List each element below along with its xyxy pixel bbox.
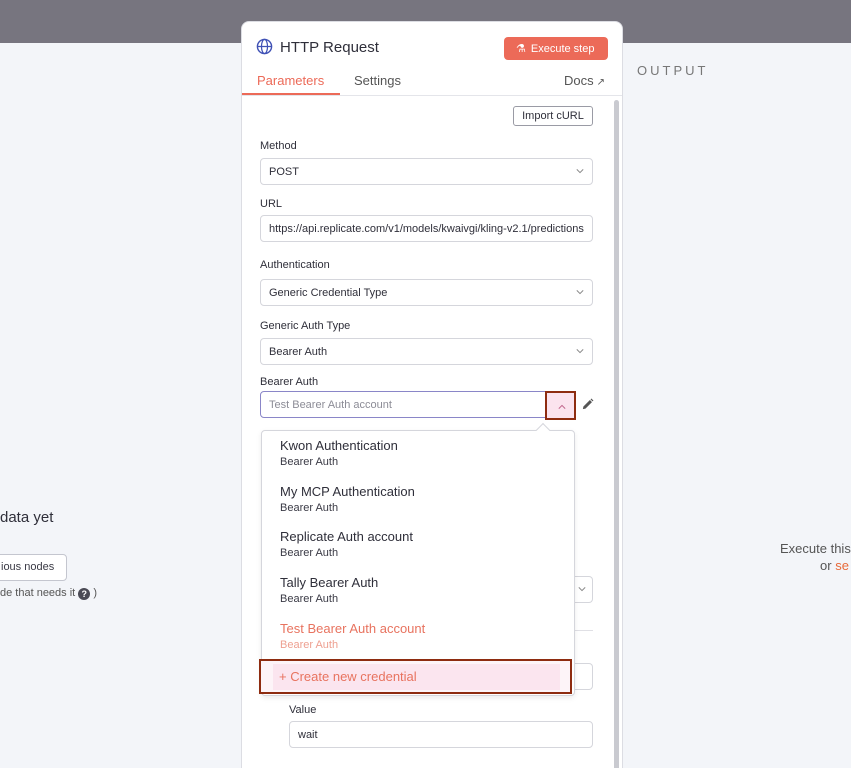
value-input[interactable]: wait: [289, 721, 593, 748]
credential-option[interactable]: Replicate Auth account Bearer Auth: [280, 529, 560, 559]
tab-parameters[interactable]: Parameters: [257, 73, 324, 88]
credential-name: Test Bearer Auth account: [280, 621, 426, 636]
credential-option[interactable]: My MCP Authentication Bearer Auth: [280, 484, 560, 514]
generic-auth-type-label: Generic Auth Type: [260, 320, 351, 332]
bearer-auth-select[interactable]: Test Bearer Auth account: [260, 391, 576, 418]
input-hint-close: ): [93, 587, 98, 599]
output-hint-line2: or se: [820, 558, 849, 573]
dropdown-arrow: [535, 422, 551, 438]
credential-option[interactable]: Tally Bearer Auth Bearer Auth: [280, 575, 560, 605]
bearer-auth-value: Test Bearer Auth account: [269, 399, 392, 411]
credential-name: Replicate Auth account: [280, 529, 413, 544]
input-hint-text: de that needs it: [0, 587, 76, 599]
method-value: POST: [269, 166, 299, 178]
tab-settings[interactable]: Settings: [354, 73, 401, 88]
question-icon[interactable]: ?: [78, 588, 91, 600]
credential-name: Tally Bearer Auth: [280, 575, 379, 590]
credential-name: Kwon Authentication: [280, 438, 398, 453]
generic-auth-type-select[interactable]: Bearer Auth: [260, 338, 593, 365]
generic-auth-type-value: Bearer Auth: [269, 346, 328, 358]
panel-header: HTTP Request ⚗ Execute step Parameters Se…: [242, 22, 622, 96]
chevron-down-icon: [578, 587, 586, 592]
input-empty-title: data yet: [0, 509, 54, 526]
docs-label: Docs: [564, 73, 594, 88]
bearer-auth-toggle[interactable]: [545, 391, 576, 420]
execute-step-label: Execute step: [530, 43, 595, 55]
value-text: wait: [298, 729, 318, 741]
method-select[interactable]: POST: [260, 158, 593, 185]
credential-type: Bearer Auth: [280, 547, 339, 559]
output-hint-line1: Execute this: [780, 541, 851, 556]
chevron-down-icon: [576, 169, 584, 174]
credential-type: Bearer Auth: [280, 639, 339, 651]
node-title: HTTP Request: [280, 39, 379, 56]
credential-dropdown: Kwon Authentication Bearer Auth My MCP A…: [261, 422, 575, 696]
pencil-icon[interactable]: [581, 398, 594, 411]
bearer-auth-label: Bearer Auth: [260, 376, 319, 388]
chevron-up-icon: [558, 404, 566, 409]
output-hint-or: or: [820, 558, 832, 573]
credential-type: Bearer Auth: [280, 502, 339, 514]
authentication-label: Authentication: [260, 259, 330, 271]
authentication-select[interactable]: Generic Credential Type: [260, 279, 593, 306]
external-link-icon: ↗: [596, 77, 606, 88]
url-input[interactable]: https://api.replicate.com/v1/models/kwai…: [260, 215, 593, 242]
flask-icon: ⚗: [516, 43, 526, 55]
panel-scrollbar[interactable]: [614, 100, 619, 768]
method-label: Method: [260, 140, 297, 152]
authentication-value: Generic Credential Type: [269, 287, 388, 299]
credential-option-selected[interactable]: Test Bearer Auth account Bearer Auth: [280, 621, 560, 651]
header-divider: [242, 95, 622, 96]
chevron-down-icon: [576, 290, 584, 295]
execute-previous-nodes-button[interactable]: ious nodes: [0, 554, 67, 581]
import-curl-button[interactable]: Import cURL: [513, 106, 593, 126]
url-value: https://api.replicate.com/v1/models/kwai…: [269, 223, 584, 235]
credential-type: Bearer Auth: [280, 593, 339, 605]
credential-option[interactable]: Kwon Authentication Bearer Auth: [280, 438, 560, 468]
globe-icon: [256, 38, 273, 55]
input-hint: de that needs it ? ): [0, 587, 97, 600]
execute-step-button[interactable]: ⚗ Execute step: [504, 37, 608, 60]
create-credential-highlight: + Create new credential: [259, 659, 572, 694]
node-settings-panel: HTTP Request ⚗ Execute step Parameters Se…: [241, 21, 623, 768]
create-new-credential-button[interactable]: + Create new credential: [273, 664, 560, 690]
credential-type: Bearer Auth: [280, 456, 339, 468]
chevron-down-icon: [576, 349, 584, 354]
docs-link[interactable]: Docs ↗: [564, 73, 605, 88]
credential-name: My MCP Authentication: [280, 484, 415, 499]
value-label: Value: [289, 704, 317, 716]
url-label: URL: [260, 198, 283, 210]
output-label: OUTPUT: [637, 63, 709, 78]
output-hint-link[interactable]: se: [835, 558, 849, 573]
